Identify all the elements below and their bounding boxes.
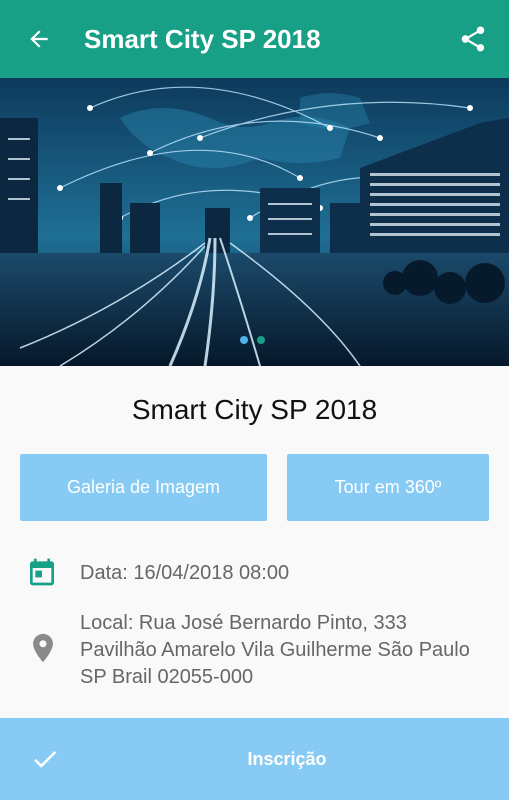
page-title: Smart City SP 2018 [84, 23, 321, 54]
tour-360-button-label: Tour em 360º [334, 477, 442, 497]
share-icon [461, 26, 485, 52]
event-title: Smart City SP 2018 [131, 394, 378, 425]
app-bar: Smart City SP 2018 [0, 0, 509, 78]
gallery-button[interactable]: Galeria de Imagem [20, 454, 267, 521]
arrow-back-icon [30, 30, 48, 48]
event-date: Data: 16/04/2018 08:00 [80, 562, 290, 584]
event-location: Local: Rua José Bernardo Pinto, 333 Pavi… [80, 612, 470, 688]
calendar-icon [30, 558, 54, 586]
gallery-button-label: Galeria de Imagem [66, 477, 221, 497]
hero-image-carousel[interactable] [0, 78, 509, 366]
carousel-indicator [240, 336, 265, 344]
hero-city-image [0, 78, 509, 366]
carousel-dot[interactable] [257, 336, 265, 344]
location-pin-icon [33, 633, 53, 663]
subscribe-label: Inscrição [247, 749, 327, 769]
subscribe-button[interactable]: Inscrição [0, 718, 509, 800]
share-button[interactable] [443, 0, 503, 78]
event-details: Smart City SP 2018 Galeria de Imagem Tou… [0, 366, 509, 718]
carousel-dot-active[interactable] [240, 336, 248, 344]
back-button[interactable] [0, 0, 78, 78]
tour-360-button[interactable]: Tour em 360º [287, 454, 489, 521]
